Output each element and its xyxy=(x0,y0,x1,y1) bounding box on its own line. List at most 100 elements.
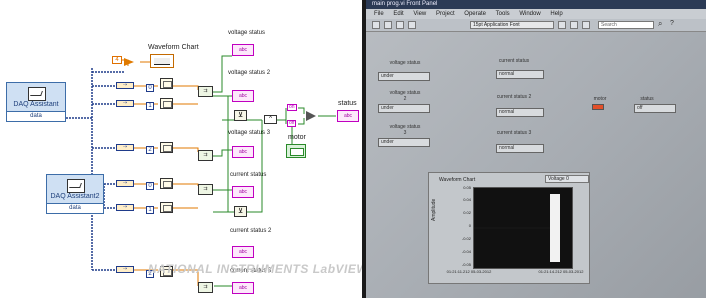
current-status-indicator[interactable]: normal xyxy=(496,70,544,79)
string-indicator-voltage-status-3[interactable]: abc xyxy=(232,146,254,158)
block-diagram: DAQ Assistant data DAQ Assistant2 data 4… xyxy=(0,0,362,298)
daq-assistant2-data-terminal[interactable]: data xyxy=(47,203,103,213)
window-title: main prog.vi Front Panel xyxy=(366,0,706,9)
index-constant[interactable]: 2 xyxy=(146,146,154,154)
compare-node[interactable]: ⇉ xyxy=(198,86,213,97)
convert-node[interactable]: ⇢ xyxy=(116,204,134,211)
multiply-node[interactable] xyxy=(124,58,134,66)
daq-assistant-icon xyxy=(28,87,46,101)
motor-label: motor xyxy=(288,134,306,141)
status-label: status xyxy=(640,96,654,102)
x-axis-start: 01:21:11.212 05-03-2012 xyxy=(446,269,492,274)
indicator-label-voltage-status-3: voltage status 3 xyxy=(228,130,271,136)
compare-node[interactable]: ⇉ xyxy=(198,184,213,195)
menu-help[interactable]: Help xyxy=(550,11,562,17)
voltage-status-2-label: voltage status 2 xyxy=(389,90,421,102)
motor-label: motor xyxy=(593,96,607,102)
waveform-trace xyxy=(474,194,560,262)
compare-node[interactable]: ⇉ xyxy=(198,282,213,293)
index-constant[interactable]: 1 xyxy=(146,102,154,110)
string-indicator-current-status[interactable]: abc xyxy=(232,186,254,198)
front-panel-window: main prog.vi Front Panel File Edit View … xyxy=(366,0,706,298)
on-constant[interactable]: on xyxy=(287,104,297,111)
index-array-node[interactable] xyxy=(160,178,173,189)
index-array-node[interactable] xyxy=(160,98,173,109)
string-indicator-current-status-3[interactable]: abc xyxy=(232,282,254,294)
menu-project[interactable]: Project xyxy=(436,11,455,17)
string-indicator-status[interactable]: abc xyxy=(337,110,359,122)
waveform-chart-title: Waveform Chart xyxy=(439,177,476,183)
voltage-status-2-indicator[interactable]: under xyxy=(378,104,430,113)
convert-node[interactable]: ⇢ xyxy=(116,82,134,89)
motor-terminal[interactable] xyxy=(286,144,306,158)
index-array-node[interactable] xyxy=(160,142,173,153)
numeric-constant[interactable]: 4 xyxy=(112,56,122,64)
waveform-chart-terminal[interactable] xyxy=(150,54,174,68)
menu-view[interactable]: View xyxy=(413,11,426,17)
string-indicator-voltage-status[interactable]: abc xyxy=(232,44,254,56)
plot-area[interactable] xyxy=(473,187,573,269)
select-output-node[interactable] xyxy=(306,111,316,121)
menu-file[interactable]: File xyxy=(374,11,384,17)
font-selector[interactable]: 15pt Application Font xyxy=(470,21,554,29)
y-tick: -0.05 xyxy=(461,262,471,267)
select-node[interactable]: ⊻ xyxy=(234,110,247,121)
search-input[interactable]: Search xyxy=(598,21,654,29)
index-array-node[interactable] xyxy=(160,202,173,213)
plot-legend[interactable]: Voltage 0 xyxy=(545,175,589,183)
convert-node[interactable]: ⇢ xyxy=(116,100,134,107)
index-constant[interactable]: 0 xyxy=(146,84,154,92)
run-arrow-icon[interactable] xyxy=(372,21,380,29)
index-constant[interactable]: 1 xyxy=(146,206,154,214)
convert-node[interactable]: ⇢ xyxy=(116,180,134,187)
menu-operate[interactable]: Operate xyxy=(464,11,486,17)
y-tick: 0 xyxy=(468,223,471,228)
align-icon[interactable] xyxy=(558,21,566,29)
daq-assistant2-icon xyxy=(67,179,85,193)
current-status-2-indicator[interactable]: normal xyxy=(496,108,544,117)
menu-tools[interactable]: Tools xyxy=(496,11,510,17)
motor-led[interactable] xyxy=(592,104,604,110)
string-indicator-voltage-status-2[interactable]: abc xyxy=(232,90,254,102)
menu-window[interactable]: Window xyxy=(519,11,540,17)
y-tick: 0.04 xyxy=(463,197,471,202)
y-tick: -0.02 xyxy=(461,236,471,241)
menu-bar: File Edit View Project Operate Tools Win… xyxy=(366,9,706,19)
abort-icon[interactable] xyxy=(396,21,404,29)
select-node[interactable]: ⊻ xyxy=(234,206,247,217)
string-indicator-current-status-2[interactable]: abc xyxy=(232,246,254,258)
current-status-3-indicator[interactable]: normal xyxy=(496,144,544,153)
daq-assistant-data-terminal[interactable]: data xyxy=(7,111,65,121)
status-label: status xyxy=(338,100,357,107)
voltage-status-3-label: voltage status 3 xyxy=(389,124,421,136)
and-node[interactable]: ^ xyxy=(264,115,277,124)
menu-edit[interactable]: Edit xyxy=(393,11,403,17)
current-status-3-label: current status 3 xyxy=(496,130,532,136)
help-icon[interactable]: ? xyxy=(670,20,678,28)
off-constant[interactable]: off xyxy=(287,120,297,127)
daq-assistant-title: DAQ Assistant xyxy=(13,101,59,108)
y-tick: 0.02 xyxy=(463,210,471,215)
index-array-node[interactable] xyxy=(160,78,173,89)
voltage-status-indicator[interactable]: under xyxy=(378,72,430,81)
convert-node[interactable]: ⇢ xyxy=(116,144,134,151)
distribute-icon[interactable] xyxy=(570,21,578,29)
voltage-status-3-indicator[interactable]: under xyxy=(378,138,430,147)
search-icon[interactable]: ⌕ xyxy=(658,20,666,28)
waveform-chart[interactable]: Waveform Chart Voltage 0 Amplitude 0.05 … xyxy=(428,172,590,284)
compare-node[interactable]: ⇉ xyxy=(198,150,213,161)
pause-icon[interactable] xyxy=(408,21,416,29)
daq-assistant2-node[interactable]: DAQ Assistant2 data xyxy=(46,174,104,214)
status-indicator[interactable]: off xyxy=(634,104,676,113)
signal-burst xyxy=(550,194,560,262)
index-constant[interactable]: 0 xyxy=(146,182,154,190)
toolbar: 15pt Application Font Search ⌕ ? xyxy=(366,19,706,32)
run-continuous-icon[interactable] xyxy=(384,21,392,29)
convert-node[interactable]: ⇢ xyxy=(116,266,134,273)
reorder-icon[interactable] xyxy=(582,21,590,29)
voltage-status-label: voltage status xyxy=(389,60,421,66)
waveform-chart-label: Waveform Chart xyxy=(148,44,199,51)
indicator-label-current-status-2: current status 2 xyxy=(230,228,272,234)
daq-assistant-node[interactable]: DAQ Assistant data xyxy=(6,82,66,122)
y-axis-label: Amplitude xyxy=(431,198,437,221)
